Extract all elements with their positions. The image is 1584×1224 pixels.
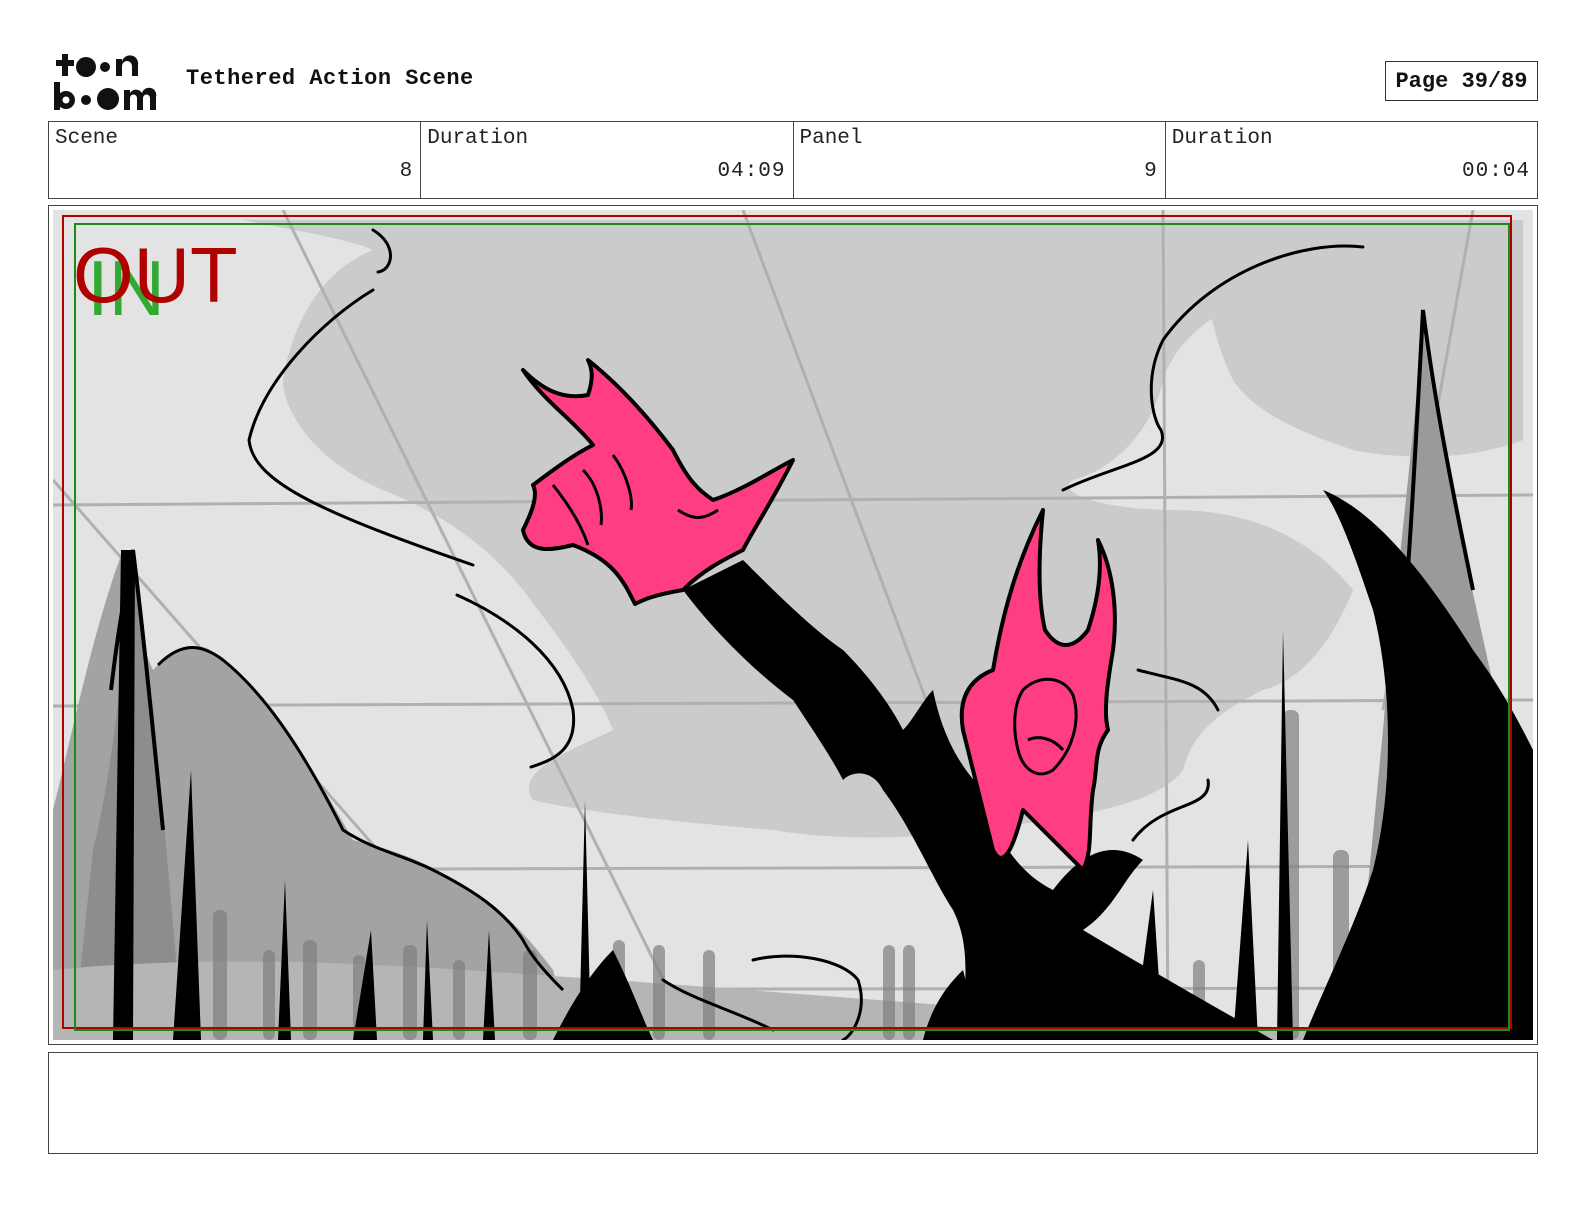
scene-duration-value: 04:09 — [717, 160, 786, 183]
panel-notes — [48, 1052, 1538, 1154]
panel-label: Panel — [799, 127, 863, 150]
panel-value: 9 — [1144, 160, 1158, 183]
camera-out-label: OUT — [73, 231, 238, 319]
page-number: Page 39/89 — [1385, 61, 1538, 101]
scene-label: Scene — [55, 127, 119, 150]
panel-cell: Panel 9 — [794, 122, 1166, 198]
scene-cell: Scene 8 — [49, 122, 422, 198]
panel-duration-label: Duration — [1171, 127, 1273, 150]
storyboard-panel: IN OUT — [48, 205, 1538, 1045]
panel-drawing: IN OUT — [53, 210, 1533, 1040]
scene-duration-label: Duration — [427, 127, 529, 150]
scene-duration-cell: Duration 04:09 — [421, 122, 794, 198]
scene-info-bar: Scene 8 Duration 04:09 Panel 9 Duration … — [48, 121, 1538, 199]
panel-duration-cell: Duration 00:04 — [1166, 122, 1537, 198]
project-title: Tethered Action Scene — [186, 66, 474, 91]
scene-value: 8 — [399, 160, 414, 183]
panel-duration-value: 00:04 — [1461, 160, 1530, 183]
toon-boom-logo — [54, 54, 157, 110]
